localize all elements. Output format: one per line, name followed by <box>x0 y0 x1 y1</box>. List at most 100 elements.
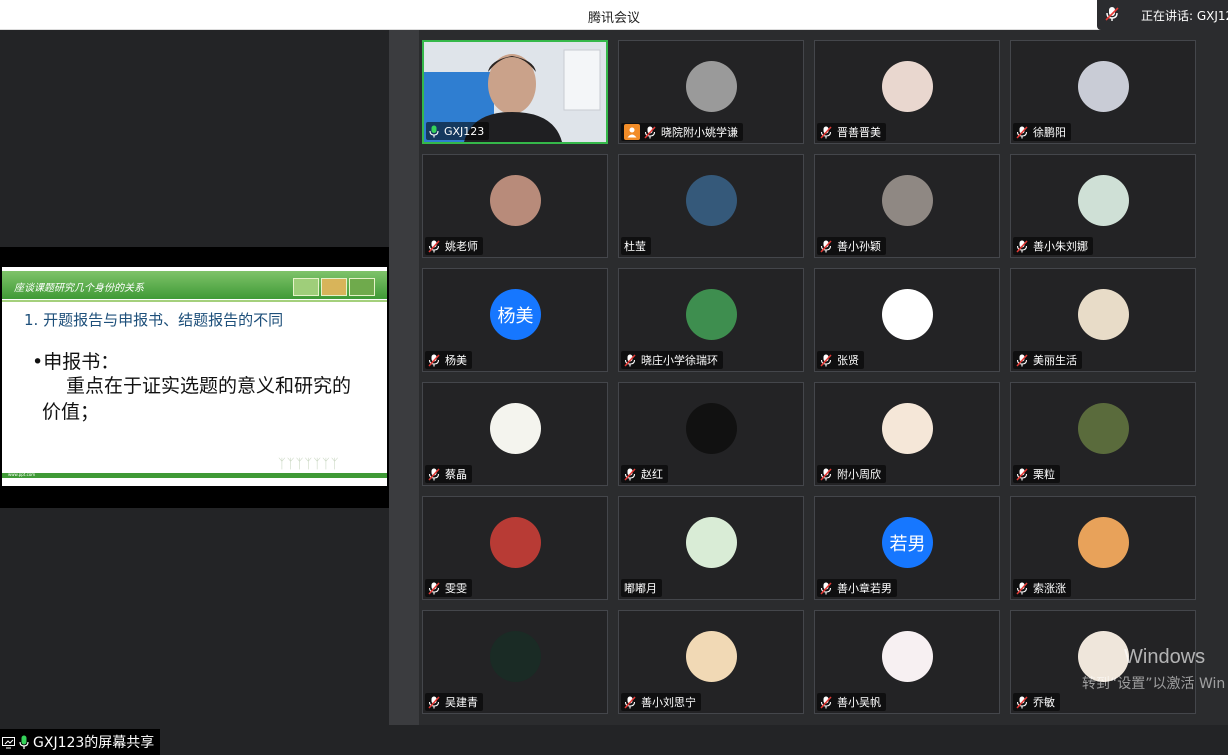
participant-name-tag: 杨美 <box>425 351 472 369</box>
slide-bullet-text: 申报书： <box>43 351 120 373</box>
participant-name: 善小朱刘娜 <box>1033 240 1088 253</box>
participant-name: 蔡晶 <box>445 468 467 481</box>
participant-tile[interactable]: 雯雯 <box>422 496 608 600</box>
participant-avatar <box>882 289 933 340</box>
mic-muted-icon <box>624 695 636 709</box>
windows-activation-hint: 转到“设置”以激活 Win <box>1082 676 1226 692</box>
participant-avatar-initials: 若男 <box>882 517 933 568</box>
participant-name-tag: 善小朱刘娜 <box>1013 237 1093 255</box>
participant-tile[interactable]: 晓庄小学徐瑞环 <box>618 268 804 372</box>
participant-tile[interactable]: 美丽生活 <box>1010 268 1196 372</box>
participant-tile[interactable]: 杜莹 <box>618 154 804 258</box>
participant-name: 赵红 <box>641 468 663 481</box>
mic-muted-icon <box>1105 6 1119 25</box>
participant-name-tag: 美丽生活 <box>1013 351 1082 369</box>
title-bar: 腾讯会议 正在讲话: GXJ123 <box>0 0 1228 30</box>
mic-muted-icon <box>1016 695 1028 709</box>
participant-name: 善小章若男 <box>837 582 892 595</box>
screen-share-text: GXJ123的屏幕共享 <box>33 735 155 751</box>
participant-avatar <box>686 403 737 454</box>
participant-name-tag: 索涨涨 <box>1013 579 1071 597</box>
presentation-slide: 座谈课题研究几个身份的关系 1. 开题报告与申报书、结题报告的不同 •申报书： … <box>2 267 387 486</box>
mic-muted-icon <box>1016 239 1028 253</box>
mic-muted-icon <box>428 353 440 367</box>
participant-avatar <box>1078 517 1129 568</box>
participant-name-tag: 晓庄小学徐瑞环 <box>621 351 723 369</box>
slide-bullet: •申报书： <box>32 351 120 373</box>
participant-tile[interactable]: 晓院附小姚学谦 <box>618 40 804 144</box>
participant-tile[interactable]: 蔡晶 <box>422 382 608 486</box>
participant-tile[interactable]: 善小朱刘娜 <box>1010 154 1196 258</box>
slide-footer-text: www.ppt.com <box>8 472 36 477</box>
slide-heading: 1. 开题报告与申报书、结题报告的不同 <box>24 311 284 329</box>
mic-muted-icon <box>428 581 440 595</box>
participant-tile[interactable]: 善小吴帆 <box>814 610 1000 714</box>
participant-name: GXJ123 <box>444 124 485 138</box>
panel-divider[interactable] <box>389 30 419 725</box>
participant-tile[interactable]: 杨美 杨美 <box>422 268 608 372</box>
participant-tile[interactable]: 索涨涨 <box>1010 496 1196 600</box>
participant-name: 徐鹏阳 <box>1033 126 1066 139</box>
participant-name: 索涨涨 <box>1033 582 1066 595</box>
participant-avatar <box>1078 403 1129 454</box>
mic-muted-icon <box>428 695 440 709</box>
participant-name: 杨美 <box>445 354 467 367</box>
mic-muted-icon <box>820 239 832 253</box>
participant-tile[interactable]: GXJ123 <box>422 40 608 144</box>
mic-muted-icon <box>428 239 440 253</box>
participant-tile[interactable]: 晋善晋美 <box>814 40 1000 144</box>
participant-name-tag: 善小吴帆 <box>817 693 886 711</box>
participant-tile[interactable]: 赵红 <box>618 382 804 486</box>
participant-name-tag: 栗粒 <box>1013 465 1060 483</box>
participant-name-tag: 赵红 <box>621 465 668 483</box>
app-title: 腾讯会议 <box>587 11 640 26</box>
participant-name: 附小周欣 <box>837 468 881 481</box>
mic-muted-icon <box>428 467 440 481</box>
speaking-text: 正在讲话: GXJ123 <box>1141 8 1228 23</box>
participant-avatar <box>490 631 541 682</box>
participant-name: 乔敏 <box>1033 696 1055 709</box>
participant-name-tag: 吴建青 <box>425 693 483 711</box>
participant-name-tag: 杜莹 <box>621 237 651 255</box>
participant-tile[interactable]: 若男善小章若男 <box>814 496 1000 600</box>
participant-tile[interactable]: 吴建青 <box>422 610 608 714</box>
participant-name: 善小刘思宁 <box>641 696 696 709</box>
windows-activation-watermark: Windows <box>1124 646 1206 668</box>
participant-name: 雯雯 <box>445 582 467 595</box>
participant-name: 美丽生活 <box>1033 354 1077 367</box>
participant-name: 姚老师 <box>445 240 478 253</box>
participant-avatar <box>490 517 541 568</box>
screen-share-icon <box>2 736 15 749</box>
participant-name: 善小吴帆 <box>837 696 881 709</box>
mic-muted-icon <box>1016 581 1028 595</box>
grass-decoration-icon: ᛉᛉᛉᛉᛉᛉᛉ <box>278 457 340 472</box>
screen-share-label: GXJ123的屏幕共享 <box>0 729 161 755</box>
participant-tile[interactable]: 嘟嘟月 <box>618 496 804 600</box>
participant-avatar <box>686 61 737 112</box>
participant-name-tag: 姚老师 <box>425 237 483 255</box>
shared-screen: 座谈课题研究几个身份的关系 1. 开题报告与申报书、结题报告的不同 •申报书： … <box>0 247 389 508</box>
participant-tile[interactable]: 张贤 <box>814 268 1000 372</box>
participant-name: 张贤 <box>837 354 859 367</box>
screen-share-area[interactable]: 座谈课题研究几个身份的关系 1. 开题报告与申报书、结题报告的不同 •申报书： … <box>0 30 389 755</box>
participant-tile[interactable]: 善小孙颖 <box>814 154 1000 258</box>
mic-muted-icon <box>820 695 832 709</box>
mic-muted-icon <box>644 125 656 139</box>
participant-tile[interactable]: 善小刘思宁 <box>618 610 804 714</box>
mic-muted-icon <box>820 467 832 481</box>
participant-tile[interactable]: 栗粒 <box>1010 382 1196 486</box>
participant-name: 杜莹 <box>624 240 646 253</box>
participant-name-tag: 附小周欣 <box>817 465 886 483</box>
participant-tile[interactable]: 附小周欣 <box>814 382 1000 486</box>
speaking-indicator: 正在讲话: GXJ123 <box>1097 0 1228 30</box>
slide-header-text: 座谈课题研究几个身份的关系 <box>14 283 144 294</box>
participant-name-tag: 善小刘思宁 <box>621 693 701 711</box>
mic-muted-icon <box>1016 125 1028 139</box>
participant-name-tag: 徐鹏阳 <box>1013 123 1071 141</box>
participant-tile[interactable]: 徐鹏阳 <box>1010 40 1196 144</box>
participant-name: 晋善晋美 <box>837 126 881 139</box>
participant-tile[interactable]: 姚老师 <box>422 154 608 258</box>
slide-body-text: 重点在于证实选题的意义和研究的价值； <box>42 375 352 423</box>
mic-muted-icon <box>1016 467 1028 481</box>
slide-divider <box>2 300 387 302</box>
